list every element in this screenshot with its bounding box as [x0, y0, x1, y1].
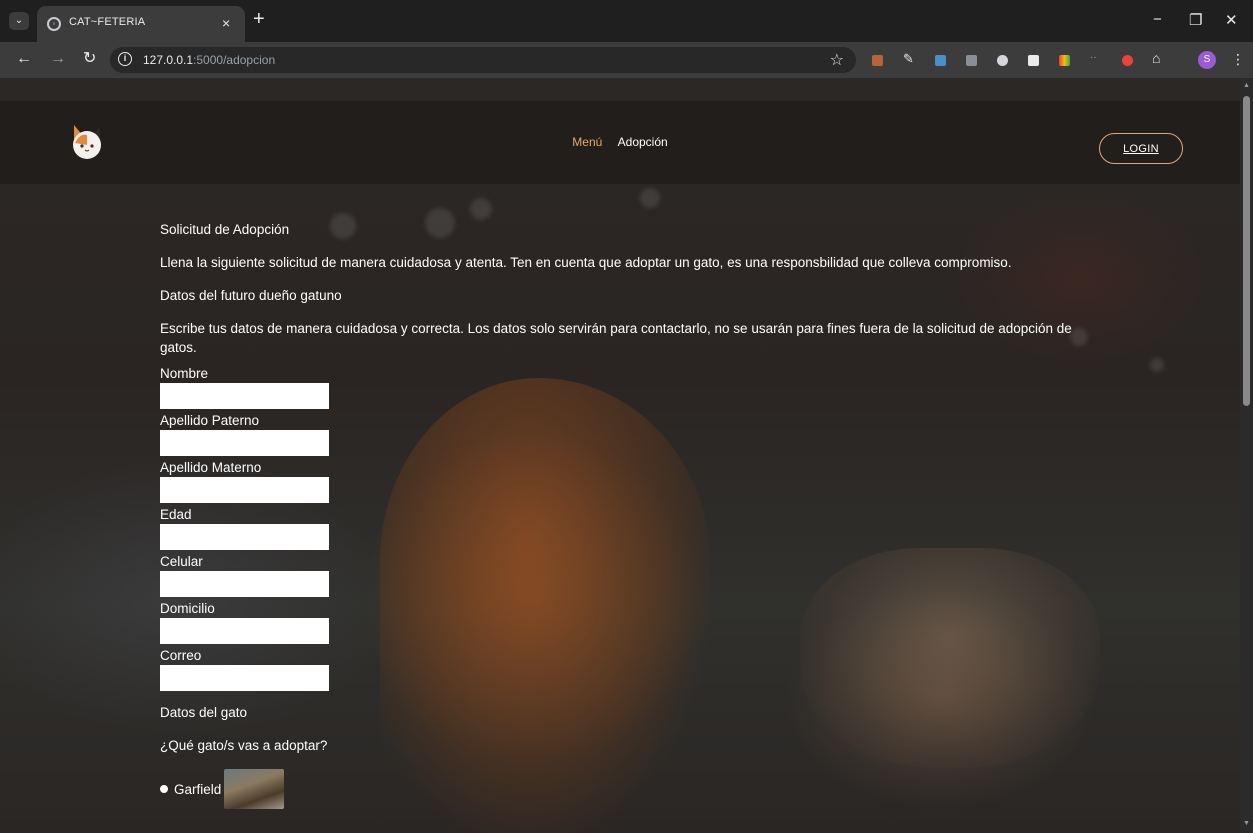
site-info-icon[interactable]: i	[118, 52, 132, 66]
new-tab-button[interactable]: +	[253, 9, 265, 29]
extension-icon[interactable]	[997, 55, 1008, 66]
reload-icon[interactable]: ↻	[83, 49, 96, 69]
scroll-down-arrow-icon[interactable]: ▼	[1243, 820, 1250, 827]
minimize-button[interactable]: −	[1153, 11, 1162, 28]
celular-input[interactable]	[160, 571, 329, 597]
main-nav: Menú Adopción	[0, 135, 1240, 149]
adoption-form: Solicitud de Adopción Llena la siguiente…	[160, 220, 1100, 809]
domicilio-label: Domicilio	[160, 601, 215, 616]
apellido-materno-input[interactable]	[160, 477, 329, 503]
login-button[interactable]: LOGIN	[1099, 133, 1183, 164]
close-window-button[interactable]: ✕	[1225, 11, 1238, 29]
domicilio-input[interactable]	[160, 618, 329, 644]
tab-search-chevron-icon[interactable]: ⌄	[9, 12, 29, 30]
extension-icon[interactable]	[872, 55, 883, 66]
extension-icon[interactable]	[1059, 55, 1070, 66]
eyedropper-icon[interactable]: ✎	[903, 51, 914, 66]
scrollbar-thumb[interactable]	[1243, 96, 1250, 406]
puzzle-icon[interactable]: ⌂	[1152, 50, 1163, 66]
cat-option-label: Garfield	[174, 781, 222, 797]
correo-label: Correo	[160, 648, 202, 663]
page-viewport: Menú Adopción LOGIN Solicitud de Adopció…	[0, 78, 1240, 833]
browser-tab[interactable]: ◦ CAT~FETERIA ×	[37, 6, 245, 42]
page-scrollbar[interactable]: ▲ ▼	[1240, 78, 1253, 833]
back-arrow-icon[interactable]: ←	[16, 49, 32, 69]
celular-label: Celular	[160, 554, 203, 569]
browser-tab-bar: ⌄ ◦ CAT~FETERIA × + − ❐ ✕	[0, 0, 1253, 42]
tab-title: CAT~FETERIA	[69, 16, 146, 28]
form-title: Solicitud de Adopción	[160, 222, 290, 237]
nombre-input[interactable]	[160, 383, 329, 409]
url-text: 127.0.0.1:5000/adopcion	[143, 53, 276, 67]
nombre-label: Nombre	[160, 366, 209, 381]
kebab-menu-icon[interactable]: ⋮	[1231, 49, 1245, 69]
profile-avatar[interactable]: S	[1198, 51, 1216, 69]
extension-more-icon[interactable]: ··	[1090, 52, 1101, 63]
edad-label: Edad	[160, 507, 192, 522]
shield-extension-icon[interactable]	[1122, 55, 1133, 66]
extension-icon[interactable]	[966, 55, 977, 66]
radio-button[interactable]	[160, 785, 168, 793]
edad-input[interactable]	[160, 524, 329, 550]
bookmark-star-icon[interactable]: ☆	[830, 50, 844, 70]
restore-button[interactable]: ❐	[1189, 11, 1202, 29]
owner-section-description: Escribe tus datos de manera cuidadosa y …	[160, 321, 1072, 355]
apellido-paterno-label: Apellido Paterno	[160, 413, 260, 428]
owner-section-title: Datos del futuro dueño gatuno	[160, 288, 342, 303]
address-bar[interactable]: i 127.0.0.1:5000/adopcion ☆	[110, 47, 856, 73]
nav-adopcion-link[interactable]: Adopción	[618, 135, 668, 149]
correo-input[interactable]	[160, 665, 329, 691]
globe-icon: ◦	[47, 17, 61, 31]
scroll-up-arrow-icon[interactable]: ▲	[1243, 82, 1250, 89]
extension-icon[interactable]	[1028, 55, 1039, 66]
forward-arrow-icon[interactable]: →	[50, 49, 66, 69]
cat-thumbnail-image	[224, 769, 285, 809]
cat-section-title: Datos del gato	[160, 705, 248, 720]
apellido-materno-label: Apellido Materno	[160, 460, 262, 475]
browser-toolbar: ← → ↻ i 127.0.0.1:5000/adopcion ☆ ✎ ·· ⌂…	[0, 42, 1253, 78]
cat-question: ¿Qué gato/s vas a adoptar?	[160, 738, 328, 753]
site-header: Menú Adopción LOGIN	[0, 101, 1240, 184]
bokeh-light	[470, 198, 492, 220]
nav-menu-link[interactable]: Menú	[572, 135, 602, 149]
form-intro: Llena la siguiente solicitud de manera c…	[160, 255, 1012, 270]
extension-icon[interactable]	[935, 55, 946, 66]
cat-option-garfield[interactable]: Garfield	[160, 769, 1100, 809]
tab-close-icon[interactable]: ×	[222, 15, 230, 31]
bokeh-light	[640, 188, 660, 208]
bokeh-light	[1150, 358, 1164, 372]
apellido-paterno-input[interactable]	[160, 430, 329, 456]
